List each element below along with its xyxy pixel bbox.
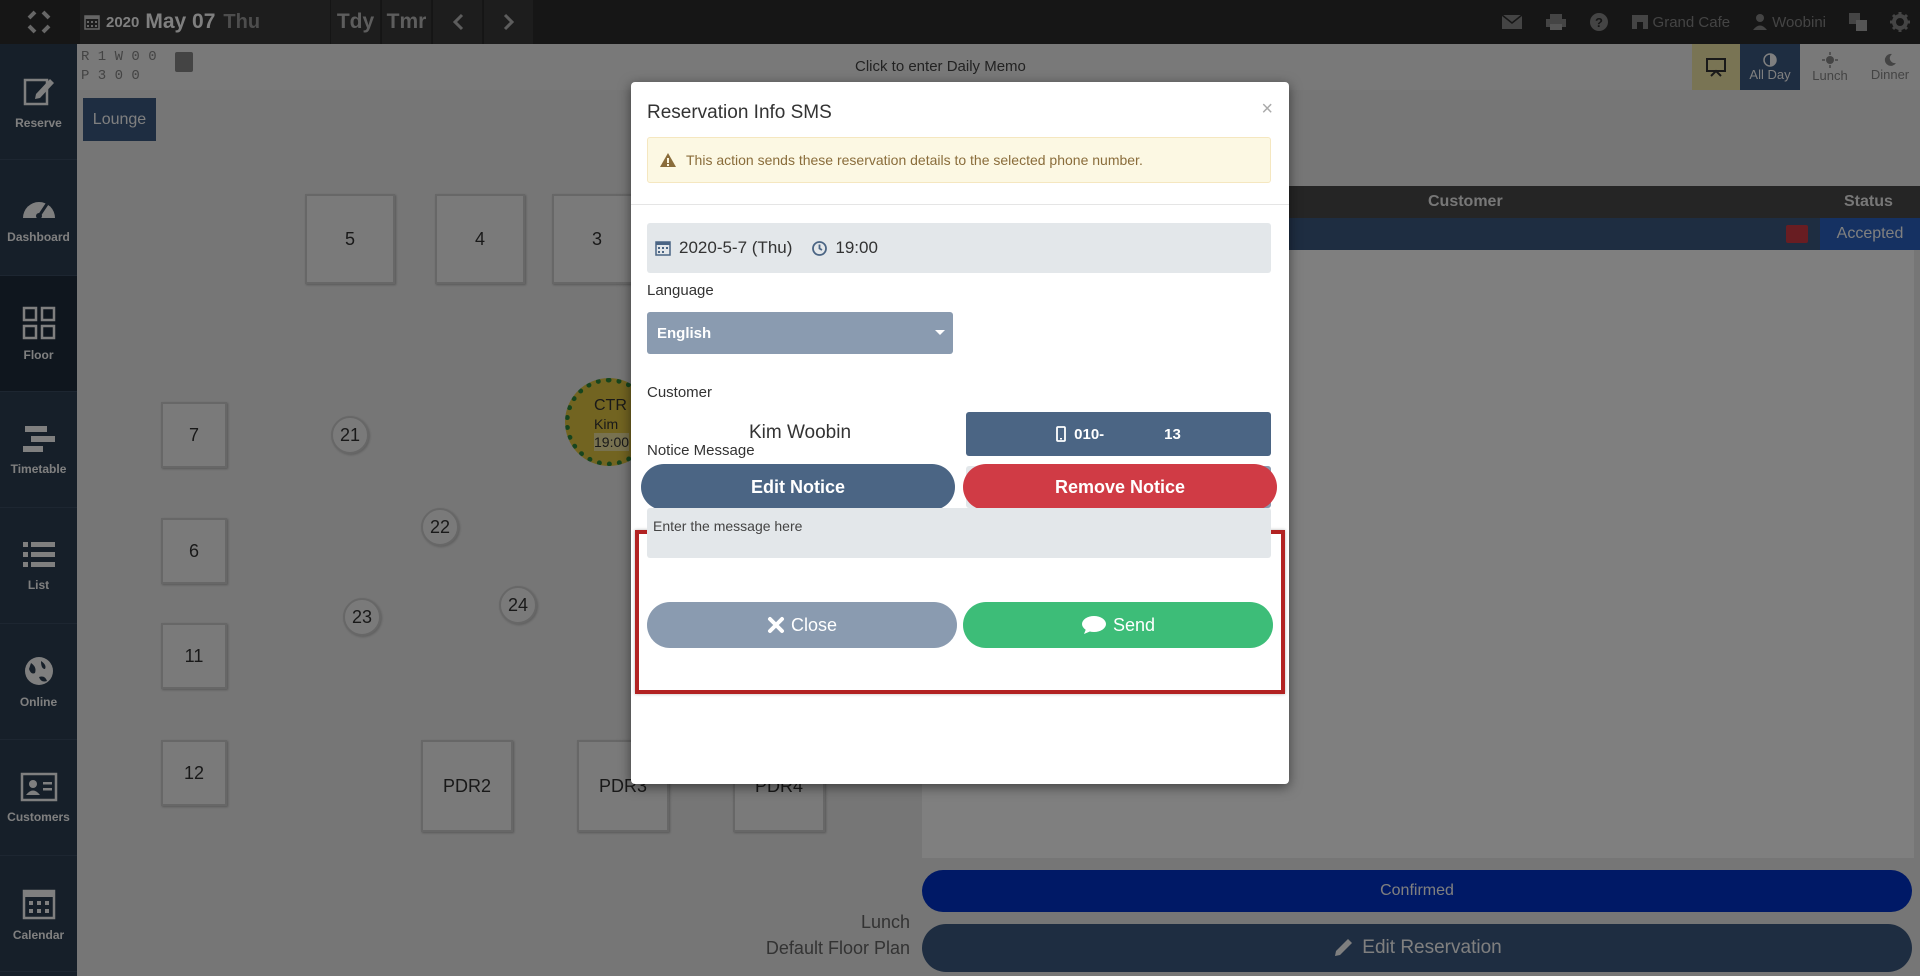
close-button[interactable]: Close [647, 602, 957, 648]
close-icon[interactable]: × [1261, 98, 1273, 121]
reservation-date: 2020-5-7 (Thu) [679, 238, 793, 257]
language-select[interactable]: English [647, 312, 953, 354]
caret-down-icon [935, 330, 945, 335]
clock-icon [812, 240, 828, 256]
warning-text: This action sends these reservation deta… [686, 152, 1143, 168]
calendar-icon [655, 240, 671, 256]
customer-label: Customer [647, 384, 713, 401]
remove-notice-button[interactable]: Remove Notice [963, 464, 1277, 510]
close-label: Close [790, 614, 838, 635]
send-label: Send [1112, 614, 1156, 635]
mobile-phone-icon [1056, 426, 1067, 442]
sms-modal: Reservation Info SMS × This action sends… [631, 82, 1289, 784]
notice-label: Notice Message [647, 442, 755, 459]
warning-alert: This action sends these reservation deta… [647, 137, 1271, 183]
reservation-time: 19:00 [835, 238, 878, 257]
language-value: English [657, 324, 712, 342]
send-button[interactable]: Send [963, 602, 1273, 648]
customer-name: Kim Woobin [748, 422, 852, 443]
phone-suffix: 13 [1164, 425, 1181, 443]
modal-divider [631, 204, 1289, 205]
reservation-datetime: 2020-5-7 (Thu) 19:00 [647, 223, 1271, 273]
phone-prefix: 010- [1074, 425, 1105, 443]
phone-number-button[interactable]: 010- 13 [966, 412, 1271, 456]
modal-title: Reservation Info SMS [647, 102, 832, 123]
notice-message-input[interactable] [647, 508, 1271, 558]
language-label: Language [647, 282, 714, 299]
edit-notice-button[interactable]: Edit Notice [641, 464, 955, 510]
speech-bubble-icon [1081, 616, 1106, 634]
warning-icon [660, 153, 676, 167]
x-icon [767, 617, 784, 633]
